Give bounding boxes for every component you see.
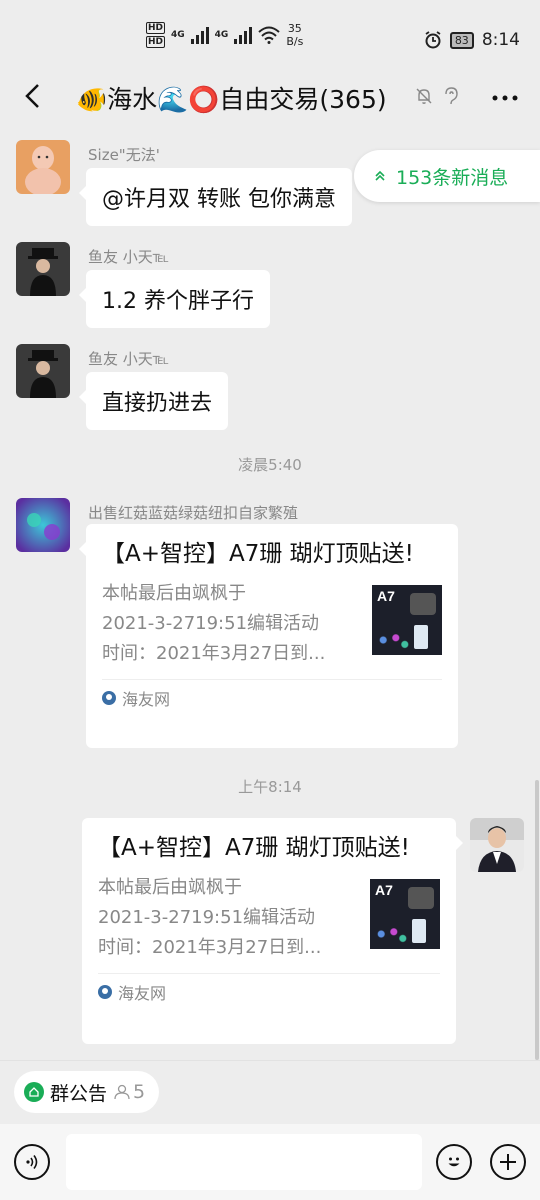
more-functions-button[interactable] (490, 1144, 526, 1180)
signal-icon (190, 26, 209, 44)
link-card[interactable]: 【A+智控】A7珊 瑚灯顶贴送! 本帖最后由飒枫于 2021-3-2719:51… (82, 818, 463, 1044)
new-messages-label: 153条新消息 (396, 166, 509, 189)
device-image-icon (408, 887, 434, 909)
source-logo-icon (102, 690, 116, 705)
card-thumbnail: A7 (370, 879, 440, 949)
avatar-coral-icon (16, 498, 70, 552)
group-notice-button[interactable]: 群公告 5 (14, 1071, 160, 1113)
double-chevron-up-icon (374, 170, 386, 182)
earpiece-icon (445, 87, 458, 105)
hd-icon: HD HD (146, 22, 166, 48)
timestamp: 凌晨5:40 (238, 456, 302, 474)
avatar[interactable] (16, 242, 70, 296)
network-speed: 35 B/s (286, 22, 304, 48)
status-left: HD HD 4G 4G 35 B/s (146, 22, 303, 48)
sender-name: Size"无法' (88, 146, 160, 164)
back-arrow-icon (25, 84, 39, 108)
status-right: 83 8:14 (424, 30, 520, 50)
more-dots-icon (492, 95, 518, 101)
notice-bar: 群公告 5 (0, 1060, 540, 1124)
battery-indicator: 83 (449, 31, 474, 49)
message-bubble[interactable]: 1.2 养个胖子行 (79, 270, 270, 328)
avatar[interactable] (470, 818, 524, 872)
message-bubble[interactable]: 直接扔进去 (78, 372, 229, 430)
group-notice-label: 群公告 (50, 1082, 108, 1105)
signal-icon-2 (234, 26, 253, 44)
mute-bell-icon (416, 88, 432, 104)
sender-name: 出售红菇蓝菇绿菇纽扣自家繁殖 (88, 504, 299, 522)
avatar[interactable] (16, 498, 70, 552)
person-icon (114, 1084, 130, 1100)
input-bar (0, 1124, 540, 1200)
avatar[interactable] (16, 344, 70, 398)
voice-wave-icon (26, 1155, 38, 1169)
new-messages-button[interactable]: 153条新消息 (354, 150, 540, 202)
alarm-icon (425, 31, 441, 49)
card-body: 本帖最后由飒枫于 2021-3-2719:51编辑活动 时间：2021年3月27… (102, 579, 442, 669)
voice-input-button[interactable] (14, 1144, 50, 1180)
network-type-2: 4G (214, 30, 229, 40)
phone-image-icon (414, 625, 428, 649)
card-thumbnail: A7 (372, 585, 442, 655)
notice-home-icon (24, 1082, 44, 1102)
card-title: 【A+智控】A7珊 瑚灯顶贴送! (102, 541, 414, 567)
avatar[interactable] (16, 140, 70, 194)
avatar-person-icon (470, 818, 524, 872)
smiley-icon (448, 1157, 460, 1167)
people-count: 5 (113, 1081, 145, 1103)
card-source: 海友网 (98, 973, 440, 1009)
device-image-icon (410, 593, 436, 615)
source-logo-icon (98, 984, 112, 999)
chat-title: 🐠海水🌊⭕自由交易(365) (76, 85, 387, 114)
card-title: 【A+智控】A7珊 瑚灯顶贴送! (98, 835, 410, 861)
avatar-character-icon (16, 140, 70, 194)
timestamp: 上午8:14 (238, 778, 302, 796)
status-bar: HD HD 4G 4G 35 B/s 83 8:14 (0, 0, 540, 68)
link-card[interactable]: 【A+智控】A7珊 瑚灯顶贴送! 本帖最后由飒枫于 2021-3-2719:51… (79, 524, 458, 748)
card-source: 海友网 (102, 679, 442, 715)
avatar-figure-icon (16, 344, 70, 398)
sender-name: 鱼友 小天℡ (88, 350, 169, 368)
scrollbar[interactable] (535, 780, 539, 1060)
clock: 8:14 (481, 30, 520, 50)
more-options-button[interactable] (492, 78, 518, 108)
phone-image-icon (412, 919, 426, 943)
sender-name: 鱼友 小天℡ (88, 248, 169, 266)
back-button[interactable] (14, 78, 50, 114)
card-description: 本帖最后由飒枫于 2021-3-2719:51编辑活动 时间：2021年3月27… (98, 877, 322, 958)
plus-icon (500, 1154, 516, 1170)
message-input[interactable] (66, 1134, 422, 1190)
card-description: 本帖最后由飒枫于 2021-3-2719:51编辑活动 时间：2021年3月27… (102, 583, 326, 664)
network-type-1: 4G (171, 30, 185, 40)
card-body: 本帖最后由飒枫于 2021-3-2719:51编辑活动 时间：2021年3月27… (98, 873, 440, 963)
message-bubble[interactable]: @许月双 转账 包你满意 (79, 168, 352, 226)
emoji-button[interactable] (436, 1144, 472, 1180)
chat-header: 🐠海水🌊⭕自由交易(365) (0, 68, 540, 124)
wifi-icon (258, 26, 280, 44)
avatar-figure-icon (16, 242, 70, 296)
chat-area[interactable]: Size"无法' @许月双 转账 包你满意 鱼友 小天℡ 1.2 养个胖子行 鱼… (0, 124, 540, 1060)
